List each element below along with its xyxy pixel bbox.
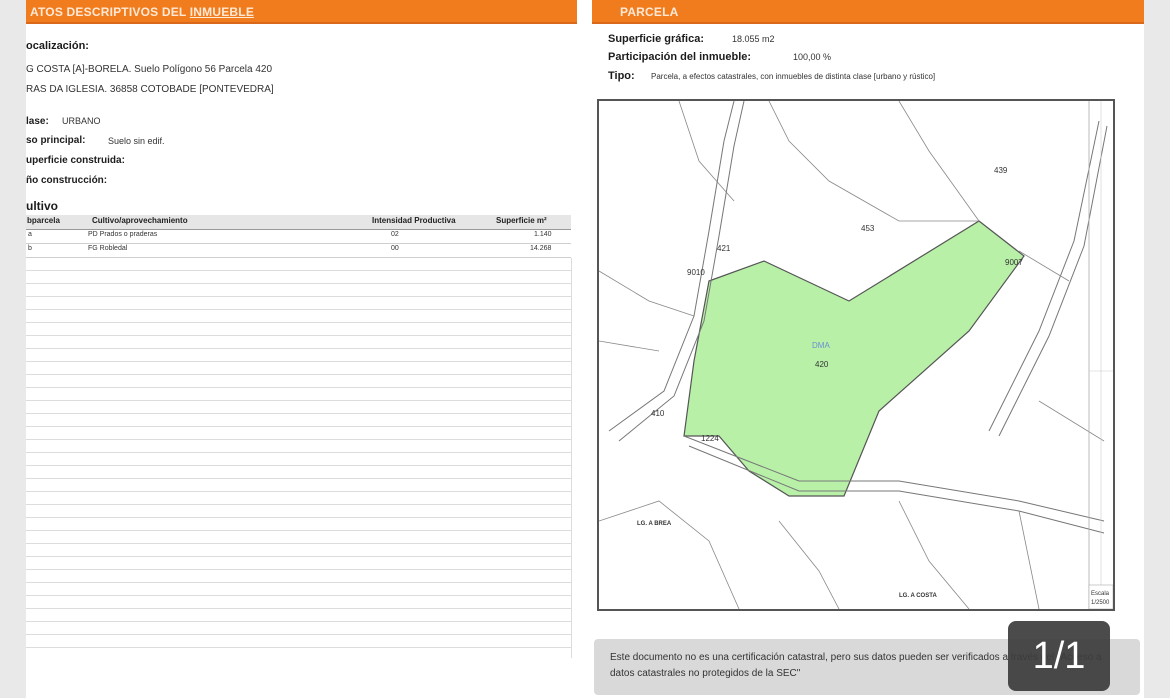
cell-intensidad: 02 [391,231,399,238]
label-439: 439 [994,166,1008,175]
uso-label: so principal: [26,135,86,146]
page-counter: 1/1 [1008,621,1110,691]
parcela-title: PARCELA [620,5,679,19]
cell-intensidad: 00 [391,245,399,252]
localizacion-label: ocalización: [26,40,89,52]
section-header-parcela: PARCELA [592,0,1144,24]
cell-superficie: 14.268 [530,245,552,252]
header-title-prefix: ATOS DESCRIPTIVOS DEL [30,5,190,19]
localizacion-line1: G COSTA [A]-BORELA. Suelo Polígono 56 Pa… [26,64,273,75]
tipo-value: Parcela, a efectos catastrales, con inmu… [651,72,936,81]
cell-sub: a [28,231,32,238]
tipo-label: Tipo: [608,70,635,82]
label-420: 420 [815,360,829,369]
cadastral-map: 439 453 421 9010 9007 DMA 420 410 1224 L… [597,99,1115,611]
cultivo-label: ultivo [26,199,58,213]
clase-value: URBANO [62,116,101,126]
label-place-brea: LG. A BREA [637,521,672,527]
participacion-label: Participación del inmueble: [608,51,752,63]
document-page: ATOS DESCRIPTIVOS DEL INMUEBLE ocalizaci… [26,0,1144,698]
superficie-construida-label: uperficie construida: [26,155,125,166]
section-header-descriptive-data: ATOS DESCRIPTIVOS DEL INMUEBLE [26,0,577,24]
participacion-value: 100,00 % [793,52,832,62]
cell-sub: b [28,245,32,252]
superficie-grafica-label: Superficie gráfica: [608,33,704,45]
label-1224: 1224 [701,434,719,443]
col-cultivo: Cultivo/aprovechamiento [92,216,188,225]
superficie-grafica-value: 18.055 m2 [732,34,775,44]
clase-label: lase: [26,116,49,127]
label-410: 410 [651,409,665,418]
label-9007: 9007 [1005,258,1023,267]
label-place-costa: LG. A COSTA [899,593,937,599]
table-row: b FG Robledal 00 14.268 [26,244,571,258]
cell-cultivo: PD Prados o praderas [88,231,158,238]
cultivo-table-header: bparcela Cultivo/aprovechamiento Intensi… [26,215,571,230]
cell-superficie: 1.140 [534,231,552,238]
col-superficie: Superficie m² [496,216,547,225]
uso-value: Suelo sin edif. [108,136,165,146]
header-title-underlined: INMUEBLE [189,5,255,19]
label-scale: Escala [1091,591,1110,597]
label-9010: 9010 [687,268,705,277]
table-row: a PD Prados o praderas 02 1.140 [26,230,571,244]
cell-cultivo: FG Robledal [88,245,128,252]
label-scale-value: 1/2500 [1091,600,1110,606]
empty-table-rows [26,258,572,658]
label-453: 453 [861,224,875,233]
label-dma: DMA [812,341,830,350]
col-subparcela: bparcela [27,216,60,225]
map-drawing: 439 453 421 9010 9007 DMA 420 410 1224 L… [599,101,1113,609]
col-intensidad: Intensidad Productiva [372,216,456,225]
localizacion-line2: RAS DA IGLESIA. 36858 COTOBADE [PONTEVED… [26,84,274,95]
anio-construccion-label: ño construcción: [26,175,108,186]
label-421: 421 [717,244,731,253]
